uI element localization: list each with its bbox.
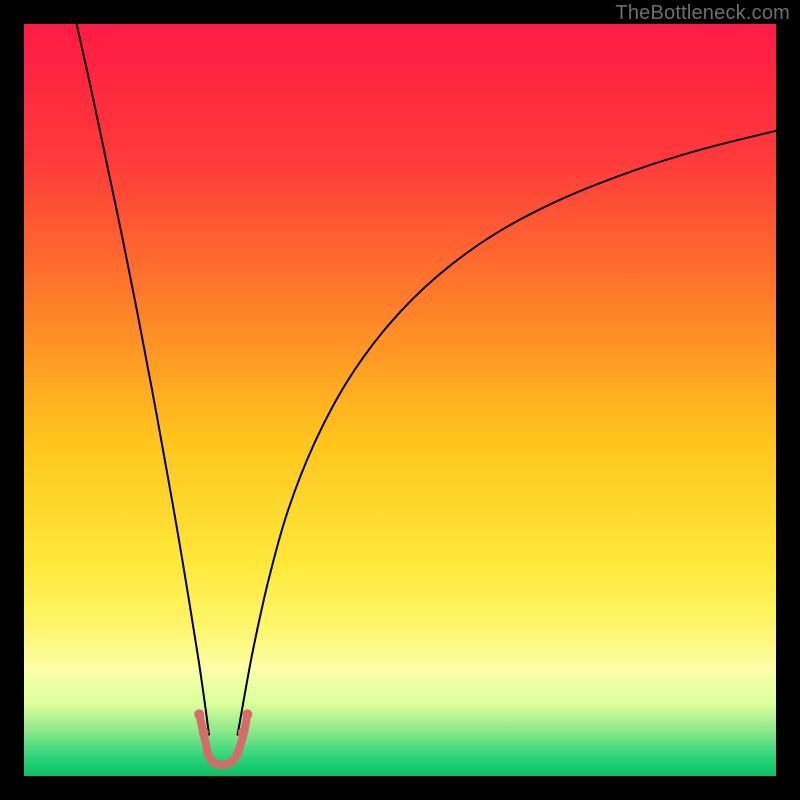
- valley-dot: [238, 727, 248, 737]
- valley-dot: [194, 709, 204, 719]
- valley-dot: [242, 709, 252, 719]
- bottleneck-chart: [24, 24, 776, 776]
- valley-dot: [199, 727, 209, 737]
- chart-frame: [24, 24, 776, 776]
- gradient-background: [24, 24, 776, 776]
- watermark-text: TheBottleneck.com: [615, 2, 790, 25]
